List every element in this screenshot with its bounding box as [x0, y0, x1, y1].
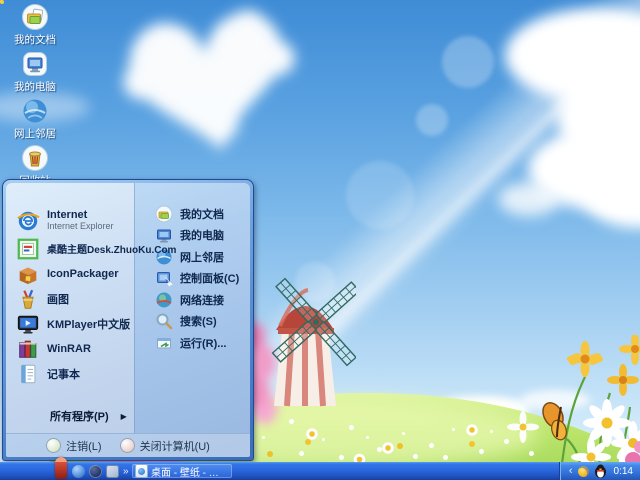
- menu-item-label: 画图: [47, 293, 69, 306]
- quicklaunch-internet-explorer-icon[interactable]: [72, 464, 85, 478]
- turn-off-icon: [119, 438, 135, 453]
- menu-item-control-panel[interactable]: 控制面板(C): [135, 268, 250, 290]
- yellow-flowers: [567, 335, 640, 396]
- lens-flare: [416, 104, 448, 136]
- search-icon: [156, 313, 173, 330]
- menu-item-label: Internet: [47, 209, 88, 221]
- log-off-button[interactable]: 注销(L): [46, 438, 102, 454]
- desktop-icon-my-computer[interactable]: 我的电脑: [6, 50, 64, 97]
- all-programs-button[interactable]: 所有程序(P) ▶: [6, 404, 134, 433]
- start-button-character-icon[interactable]: [55, 457, 67, 479]
- yellow-flower-dots: [0, 0, 4, 4]
- run-icon: [157, 337, 171, 349]
- menu-item-label: KMPlayer中文版: [47, 318, 131, 331]
- turn-off-computer-button[interactable]: 关闭计算机(U): [119, 438, 210, 454]
- quick-launch-bar: »: [72, 464, 129, 478]
- windmill: [271, 277, 356, 407]
- qq-penguin-icon[interactable]: [594, 464, 607, 478]
- menu-item-label: 桌酷主题Desk.ZhuoKu.Com: [47, 245, 177, 256]
- menu-item-label: 网上邻居: [180, 251, 224, 264]
- menu-item-label: 我的电脑: [180, 230, 224, 243]
- webpage-icon: [136, 465, 147, 477]
- heart-cloud: [123, 10, 295, 151]
- menu-item-kmplayer[interactable]: KMPlayer中文版: [6, 311, 134, 336]
- log-off-label: 注销(L): [66, 440, 102, 453]
- internet-explorer-icon: [17, 211, 40, 230]
- menu-item-network-connections[interactable]: 网络连接: [135, 289, 250, 311]
- butterfly: [542, 402, 567, 441]
- tray-input-method-icon[interactable]: [577, 465, 589, 477]
- taskbar: » 桌面 - 壁纸 - 桌酷... ‹ 0:14: [0, 457, 640, 480]
- network-connections-icon: [156, 292, 172, 308]
- menu-item-winrar[interactable]: WinRAR: [6, 336, 134, 361]
- quicklaunch-media-player-icon[interactable]: [89, 464, 102, 478]
- start-menu-pinned-list: Internet Internet Explorer 桌酷主题Desk.Zhuo…: [6, 183, 176, 433]
- my-documents-icon: [155, 205, 173, 223]
- recycle-bin-icon: [22, 145, 48, 171]
- hide-tray-icons-chevron[interactable]: ‹: [569, 465, 573, 478]
- menu-item-label: 我的文档: [180, 208, 224, 221]
- menu-item-search[interactable]: 搜索(S): [135, 311, 250, 333]
- daisy-flower: [466, 424, 478, 436]
- start-menu-footer: 注销(L) 关闭计算机(U): [6, 433, 250, 457]
- desktop: 我的文档 我的电脑 网上邻居 Internet Internet Explore…: [0, 0, 640, 480]
- desktop-icon-network-places[interactable]: 网上邻居: [6, 97, 64, 144]
- system-tray: ‹ 0:14: [558, 462, 640, 480]
- desktop-icon-label: 我的文档: [14, 34, 56, 46]
- winrar-icon: [19, 340, 37, 358]
- quick-launch-more-icon[interactable]: »: [123, 465, 129, 478]
- start-menu: Internet Internet Explorer 桌酷主题Desk.Zhuo…: [2, 179, 254, 461]
- daisy-flower: [382, 442, 394, 454]
- kmplayer-icon: [17, 315, 39, 334]
- turn-off-label: 关闭计算机(U): [139, 440, 210, 453]
- all-programs-arrow-icon: ▶: [120, 411, 127, 421]
- menu-item-run[interactable]: 运行(R)...: [135, 332, 250, 354]
- task-button-desktop-wallpaper[interactable]: 桌面 - 壁纸 - 桌酷...: [132, 464, 232, 479]
- desktop-icon-label: 网上邻居: [14, 128, 56, 140]
- taskbar-clock[interactable]: 0:14: [614, 466, 633, 477]
- menu-item-label: 记事本: [47, 368, 80, 381]
- start-menu-places-list: 我的文档 我的电脑 网上邻居 控制面板(C) 网络连接 搜索(S) 运行(R).…: [134, 183, 250, 433]
- daisy-flower: [306, 428, 318, 440]
- my-computer-icon: [23, 52, 47, 76]
- menu-item-label: 网络连接: [180, 294, 224, 307]
- flower-cluster: [507, 335, 640, 480]
- menu-item-paint[interactable]: 画图: [6, 286, 134, 311]
- all-programs-label: 所有程序(P): [50, 411, 109, 423]
- menu-item-zhuoku-theme[interactable]: 桌酷主题Desk.ZhuoKu.Com: [6, 236, 176, 261]
- quicklaunch-show-desktop-icon[interactable]: [106, 464, 119, 478]
- menu-item-label: WinRAR: [47, 342, 91, 355]
- iconpackager-icon: [19, 267, 37, 284]
- my-documents-icon: [22, 4, 48, 30]
- desktop-icon-label: 我的电脑: [14, 81, 56, 93]
- menu-item-label: 搜索(S): [180, 316, 217, 329]
- menu-item-label: 运行(R)...: [180, 337, 227, 350]
- zhuoku-theme-icon: [17, 238, 39, 259]
- network-places-icon: [23, 99, 47, 123]
- log-off-icon: [46, 438, 62, 453]
- menu-item-label: IconPackager: [47, 267, 119, 280]
- task-button-label: 桌面 - 壁纸 - 桌酷...: [151, 467, 228, 479]
- menu-item-iconpackager[interactable]: IconPackager: [6, 261, 134, 286]
- menu-item-label: 控制面板(C): [180, 273, 240, 286]
- paint-icon: [22, 289, 34, 309]
- control-panel-icon: [157, 272, 173, 287]
- menu-item-my-documents[interactable]: 我的文档: [135, 203, 250, 225]
- lens-flare: [346, 161, 414, 229]
- notepad-icon: [21, 364, 36, 383]
- lens-flare: [442, 36, 494, 88]
- menu-item-notepad[interactable]: 记事本: [6, 361, 134, 386]
- menu-item-sublabel: Internet Explorer: [47, 220, 114, 231]
- desktop-icons: 我的文档 我的电脑 网上邻居: [6, 3, 64, 191]
- menu-item-internet[interactable]: Internet Internet Explorer: [6, 205, 134, 236]
- cloud: [498, 182, 560, 216]
- desktop-icon-my-documents[interactable]: 我的文档: [6, 3, 64, 50]
